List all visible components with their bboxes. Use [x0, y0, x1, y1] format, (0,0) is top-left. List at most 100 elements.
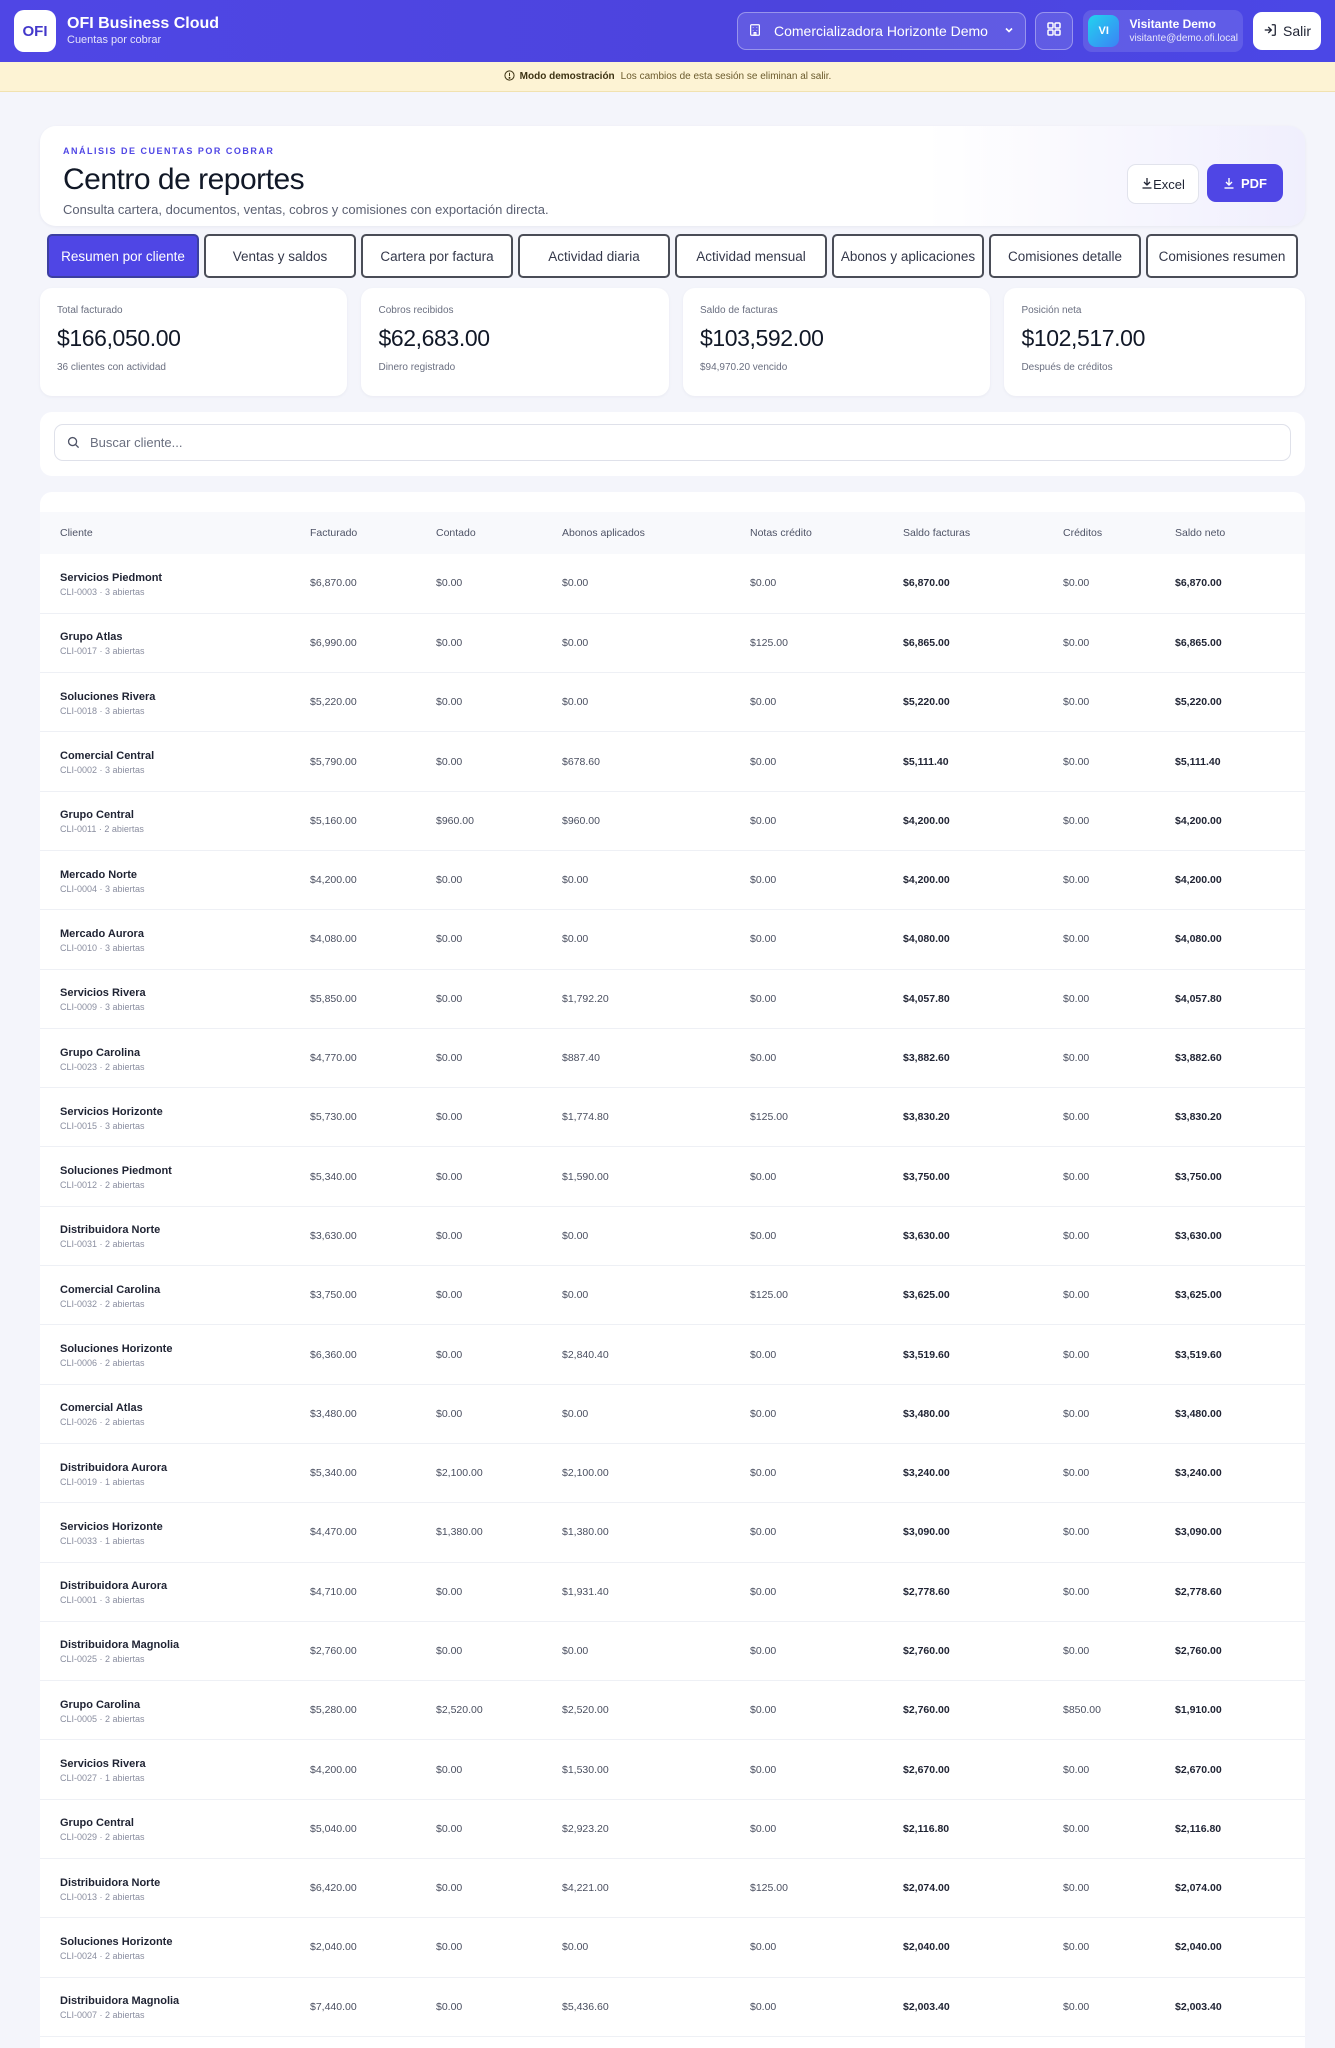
client-cell: Soluciones Rivera CLI-0018 · 3 abiertas [40, 673, 290, 732]
table-cell: $1,774.80 [562, 1111, 609, 1124]
company-select[interactable]: Comercializadora Horizonte Demo [737, 12, 1026, 50]
table-row[interactable]: Distribuidora Aurora CLI-0001 · 3 abierta… [40, 1562, 1305, 1622]
tab-resumen-por-cliente[interactable]: Resumen por cliente [47, 234, 199, 278]
table-cell: $960.00 [436, 814, 474, 827]
table-row[interactable]: Grupo Central CLI-0029 · 2 abiertas $5,040… [40, 1799, 1305, 1859]
client-cell: Distribuidora Aurora CLI-0001 · 3 abierta… [40, 1562, 290, 1621]
client-meta: CLI-0017 · 3 abiertas [60, 646, 145, 657]
report-header: ANÁLISIS DE CUENTAS POR COBRAR Centro de… [40, 126, 1305, 226]
user-menu[interactable]: VI Visitante Demo visitante@demo.ofi.loc… [1083, 10, 1243, 52]
table-row[interactable]: Servicios Horizonte CLI-0015 · 3 abiertas… [40, 1088, 1305, 1147]
table-cell: $3,519.60 [903, 1348, 950, 1361]
table-cell: $2,074.00 [1175, 1882, 1222, 1895]
table-cell: $4,200.00 [903, 874, 950, 887]
table-cell: $0.00 [1063, 1763, 1090, 1776]
tab-actividad-diaria[interactable]: Actividad diaria [518, 234, 670, 278]
app-logo[interactable]: OFI [14, 10, 56, 52]
table-cell: $3,750.00 [310, 1289, 357, 1302]
table-cell: $3,630.00 [310, 1229, 357, 1242]
tab-comisiones-detalle[interactable]: Comisiones detalle [989, 234, 1141, 278]
table-row[interactable]: Soluciones Rivera CLI-0018 · 3 abiertas $5… [40, 673, 1305, 732]
table-cell: $3,630.00 [903, 1229, 950, 1242]
client-meta: CLI-0019 · 1 abiertas [60, 1476, 145, 1487]
table-cell: $678.60 [562, 755, 600, 768]
table-row[interactable]: Mercado Norte CLI-0004 · 3 abiertas $4,200… [40, 850, 1305, 910]
kpi-value: $102,517.00 [1021, 325, 1145, 351]
tab-actividad-mensual[interactable]: Actividad mensual [675, 234, 827, 278]
table-cell: $4,200.00 [903, 814, 950, 827]
table-row[interactable]: Soluciones Horizonte CLI-0024 · 2 abierta… [40, 1918, 1305, 1978]
client-cell: Grupo Atlas CLI-0017 · 3 abiertas [40, 613, 290, 672]
table-row[interactable]: Soluciones Piedmont CLI-0012 · 2 abiertas… [40, 1147, 1305, 1207]
brand: OFI Business Cloud Cuentas por cobrar [67, 14, 219, 48]
table-row[interactable]: Grupo Atlas CLI-0017 · 3 abiertas $6,990.0… [40, 613, 1305, 673]
column-header[interactable]: Saldo neto [1155, 512, 1305, 554]
table-cell: $2,003.40 [1175, 2000, 1222, 2013]
table-cell: $0.00 [1063, 1822, 1090, 1835]
tab-abonos-y-aplicaciones[interactable]: Abonos y aplicaciones [832, 234, 984, 278]
table-row[interactable]: Servicios Rivera CLI-0027 · 1 abiertas $4,… [40, 1740, 1305, 1800]
table-row[interactable]: Grupo Carolina CLI-0005 · 2 abiertas $5,28… [40, 1681, 1305, 1740]
table-row[interactable]: Distribuidora Magnolia CLI-0007 · 2 abier… [40, 1977, 1305, 2037]
logout-icon [1263, 23, 1283, 40]
client-meta: CLI-0005 · 2 abiertas [60, 1713, 145, 1724]
table-cell: $4,080.00 [903, 933, 950, 946]
table-cell: $2,670.00 [1175, 1763, 1222, 1776]
table-cell: $0.00 [436, 1822, 463, 1835]
export-excel-button[interactable]: Excel [1127, 164, 1199, 204]
column-header[interactable]: Notas crédito [730, 512, 883, 554]
table-cell: $0.00 [1063, 1229, 1090, 1242]
table-row[interactable]: Comercial Atlas CLI-0026 · 2 abiertas $3,4… [40, 1384, 1305, 1444]
column-header[interactable]: Abonos aplicados [542, 512, 730, 554]
app-title: OFI Business Cloud [67, 15, 220, 32]
export-pdf-button[interactable]: PDF [1207, 164, 1283, 202]
table-row[interactable]: Grupo Carolina CLI-0023 · 2 abiertas $4,77… [40, 1028, 1305, 1088]
column-header[interactable]: Contado [416, 512, 542, 554]
table-cell: $0.00 [750, 1229, 777, 1242]
table-cell: $2,923.20 [562, 1822, 609, 1835]
table-cell: $0.00 [750, 1644, 777, 1657]
table-cell: $5,111.40 [1175, 755, 1221, 768]
table-cell: $125.00 [750, 1882, 788, 1895]
table-row[interactable]: Soluciones Horizonte CLI-0006 · 2 abierta… [40, 1325, 1305, 1385]
demo-banner-text: Los cambios de esta sesión se eliminan a… [620, 71, 832, 82]
table-cell: $0.00 [750, 755, 777, 768]
table-row[interactable]: Comercial Carolina CLI-0032 · 2 abiertas $… [40, 1266, 1305, 1325]
table-row[interactable]: Grupo Central CLI-0011 · 2 abiertas $5,160… [40, 791, 1305, 851]
search-input[interactable]: Buscar cliente... [54, 424, 1291, 461]
table-row[interactable]: Servicios Piedmont CLI-0003 · 3 abiertas $… [40, 554, 1305, 614]
table-row[interactable]: Distribuidora Magnolia CLI-0025 · 2 abier… [40, 1621, 1305, 1681]
apps-grid-button[interactable] [1035, 12, 1073, 50]
export-pdf-label: PDF [1241, 175, 1267, 191]
table-row[interactable]: Distribuidora Norte CLI-0013 · 2 abiertas… [40, 1859, 1305, 1918]
table-cell: $6,865.00 [903, 636, 950, 649]
column-header[interactable]: Cliente [40, 512, 290, 554]
tab-ventas-y-saldos[interactable]: Ventas y saldos [204, 234, 356, 278]
table-cell: $5,220.00 [903, 696, 950, 709]
table-cell: $6,420.00 [310, 1882, 357, 1895]
client-cell: Grupo Carolina CLI-0023 · 2 abiertas [40, 1028, 290, 1087]
client-meta: CLI-0010 · 3 abiertas [60, 942, 145, 953]
column-header[interactable]: Saldo facturas [883, 512, 1043, 554]
column-header[interactable]: Créditos [1043, 512, 1155, 554]
client-cell: Mercado Norte CLI-0004 · 3 abiertas [40, 850, 290, 909]
table-row[interactable]: Mercado Aurora CLI-0010 · 3 abiertas $4,08… [40, 910, 1305, 970]
table-cell: $0.00 [436, 1763, 463, 1776]
table-row[interactable]: Comercial Central CLI-0002 · 3 abiertas $5… [40, 732, 1305, 792]
table-cell: $2,760.00 [903, 1704, 950, 1717]
table-row[interactable]: Distribuidora Aurora CLI-0019 · 1 abierta… [40, 1443, 1305, 1503]
table-row[interactable]: Distribuidora Norte CLI-0031 · 2 abiertas… [40, 1206, 1305, 1266]
page-title: Centro de reportes [63, 163, 305, 196]
table-cell: $0.00 [1063, 814, 1090, 827]
logout-button[interactable]: Salir [1253, 12, 1321, 50]
kpi-value: $166,050.00 [57, 325, 181, 351]
table-cell: $3,830.20 [903, 1111, 950, 1124]
tab-comisiones-resumen[interactable]: Comisiones resumen [1146, 234, 1298, 278]
table-row[interactable]: Servicios Horizonte CLI-0033 · 1 abiertas… [40, 1503, 1305, 1563]
kpi-label: Total facturado [57, 305, 123, 316]
column-header[interactable]: Facturado [290, 512, 416, 554]
client-name: Grupo Carolina [60, 1046, 141, 1059]
tab-cartera-por-factura[interactable]: Cartera por factura [361, 234, 513, 278]
table-row[interactable]: Servicios Rivera CLI-0009 · 3 abiertas $5,… [40, 969, 1305, 1029]
export-excel-label: Excel [1153, 176, 1185, 192]
